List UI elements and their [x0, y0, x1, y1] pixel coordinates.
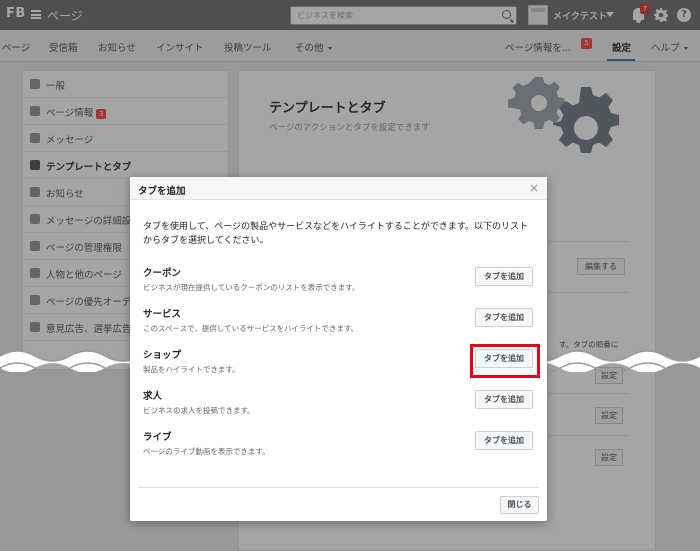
- tab-description: ビジネスが現在提供しているクーポンのリストを表示できます。: [143, 283, 360, 292]
- dialog-title: タブを追加: [138, 186, 186, 197]
- add-tab-dialog: タブを追加 × タブを使用して、ページの製品やサービスなどをハイライトすることが…: [130, 177, 547, 521]
- close-icon[interactable]: ×: [529, 181, 539, 195]
- tab-description: このスペースで、提供しているサービスをハイライトできます。: [143, 324, 359, 333]
- add-tab-button[interactable]: タブを追加: [475, 308, 533, 327]
- add-tab-button[interactable]: タブを追加: [475, 431, 533, 450]
- tab-name: ショップ: [143, 350, 182, 361]
- list-item: 求人 ビジネスの求人を投稿できます。 タブを追加: [130, 388, 547, 429]
- list-item: ライブ ページのライブ動画を表示できます。 タブを追加: [130, 429, 547, 470]
- tab-description: ビジネスの求人を投稿できます。: [143, 406, 255, 415]
- highlight-box: [470, 344, 540, 378]
- dialog-header: タブを追加 ×: [130, 177, 547, 200]
- tab-description: 製品をハイライトできます。: [143, 365, 240, 374]
- tab-name: クーポン: [143, 268, 182, 279]
- add-tab-button[interactable]: タブを追加: [475, 267, 533, 286]
- add-tab-button[interactable]: タブを追加: [475, 390, 533, 409]
- tab-name: サービス: [143, 309, 182, 320]
- list-item: クーポン ビジネスが現在提供しているクーポンのリストを表示できます。 タブを追加: [130, 265, 547, 306]
- tab-description: ページのライブ動画を表示できます。: [143, 447, 270, 456]
- close-button[interactable]: 閉じる: [500, 496, 539, 514]
- tab-name: 求人: [143, 391, 163, 402]
- tab-name: ライブ: [143, 432, 172, 443]
- list-item: サービス このスペースで、提供しているサービスをハイライトできます。 タブを追加: [130, 306, 547, 347]
- dialog-intro: タブを使用して、ページの製品やサービスなどをハイライトすることができます。以下の…: [143, 222, 529, 246]
- divider: [138, 487, 539, 488]
